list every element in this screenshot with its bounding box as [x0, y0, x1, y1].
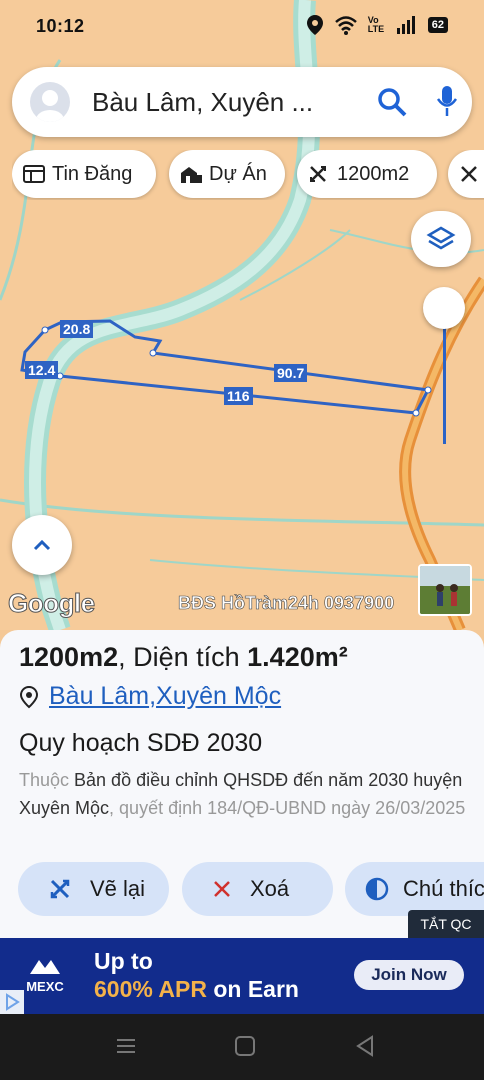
- recent-apps-icon[interactable]: [114, 1034, 138, 1058]
- dimension-label-right-top: 90.7: [274, 364, 308, 382]
- close-icon: [214, 881, 230, 897]
- parcel-name: 1200m2: [19, 642, 119, 672]
- contrast-icon: [365, 877, 389, 901]
- wifi-icon: [334, 16, 357, 35]
- ad-banner[interactable]: MEXC Up to 600% APR on Earn Join Now: [0, 938, 484, 1014]
- mic-icon[interactable]: [434, 84, 460, 118]
- dimension-label-left: 12.4: [25, 361, 59, 379]
- chip-listings-label: Tin Đăng: [52, 162, 133, 185]
- legend-button[interactable]: Chú thích: [345, 862, 484, 916]
- avatar[interactable]: [30, 82, 70, 122]
- chip-area[interactable]: 1200m2: [297, 150, 437, 198]
- chip-projects-label: Dự Án: [209, 162, 267, 185]
- streetview-thumbnail[interactable]: [418, 564, 472, 616]
- map-view[interactable]: 20.8 12.4 90.7 116 10:12 Vo LTE 62 Bàu L…: [0, 0, 484, 630]
- ad-headline-line1: Up to: [94, 948, 153, 974]
- delete-button[interactable]: Xoá: [182, 862, 333, 916]
- plan-description: Thuộc Bản đồ điều chỉnh QHSDĐ đến năm 20…: [19, 770, 466, 818]
- chip-area-label: 1200m2: [337, 162, 410, 185]
- listing-icon: [23, 165, 45, 183]
- opacity-slider-thumb[interactable]: [423, 287, 465, 329]
- chip-more[interactable]: [448, 150, 484, 198]
- home-icon[interactable]: [233, 1034, 257, 1058]
- redraw-label: Vẽ lại: [90, 876, 146, 901]
- expand-sheet-button[interactable]: [12, 515, 72, 575]
- search-icon[interactable]: [376, 86, 408, 118]
- layers-button[interactable]: [411, 211, 471, 267]
- chip-projects[interactable]: Dự Án: [169, 150, 285, 198]
- location-icon: [306, 15, 323, 35]
- status-bar: 10:12 Vo LTE 62: [0, 0, 484, 56]
- system-nav-bar: [0, 1014, 484, 1080]
- layers-icon: [426, 226, 456, 250]
- dimension-label-bottom: 116: [224, 387, 253, 405]
- ad-cta-button[interactable]: Join Now: [354, 960, 464, 990]
- info-sheet[interactable]: 1200m2, Diện tích 1.420m² Bàu Lâm, Xuyên…: [0, 630, 484, 938]
- signal-icon: [396, 16, 415, 34]
- chip-listings[interactable]: Tin Đăng: [12, 150, 156, 198]
- ad-choices-icon[interactable]: [0, 990, 24, 1014]
- location-row: Bàu Lâm, Xuyên Mộc: [19, 682, 281, 711]
- volte-indicator: Vo LTE: [367, 15, 385, 34]
- battery-icon: 62: [427, 17, 448, 33]
- google-logo: Google: [8, 588, 96, 619]
- location-district-link[interactable]: Xuyên Mộc: [156, 682, 281, 711]
- ad-headline-line2: 600% APR on Earn: [94, 976, 299, 1002]
- project-icon: [181, 167, 202, 183]
- redraw-button[interactable]: Vẽ lại: [18, 862, 169, 916]
- mexc-logo-icon: [30, 960, 60, 974]
- close-ad-button[interactable]: TẮT QC: [408, 910, 484, 938]
- area-icon: [461, 166, 477, 182]
- search-bar[interactable]: Bàu Lâm, Xuyên ...: [12, 67, 472, 137]
- chevron-up-icon: [33, 539, 51, 551]
- location-pin-icon: [19, 685, 39, 708]
- filter-chips: Tin Đăng Dự Án 1200m2: [12, 150, 484, 200]
- dimension-label-top: 20.8: [60, 320, 94, 338]
- redraw-icon: [50, 879, 70, 899]
- area-icon: [310, 166, 326, 182]
- ad-logo: MEXC: [22, 956, 68, 994]
- status-time: 10:12: [36, 16, 85, 36]
- watermark-text: BĐS HồTràm24h 0937900: [178, 593, 395, 614]
- location-commune-link[interactable]: Bàu Lâm: [49, 682, 149, 711]
- parcel-title: 1200m2, Diện tích 1.420m²: [19, 642, 348, 672]
- parcel-area: 1.420m²: [247, 642, 348, 672]
- search-input[interactable]: Bàu Lâm, Xuyên ...: [92, 87, 352, 118]
- legend-label: Chú thích: [403, 876, 484, 901]
- delete-label: Xoá: [250, 876, 290, 901]
- plan-title: Quy hoạch SDĐ 2030: [19, 729, 263, 757]
- back-icon[interactable]: [353, 1034, 377, 1058]
